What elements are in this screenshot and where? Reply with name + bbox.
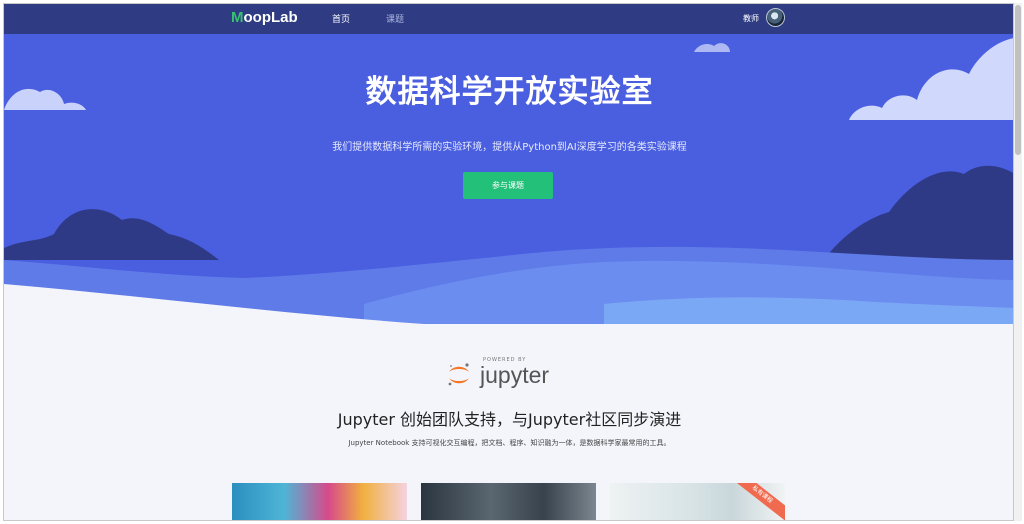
nav-link-home[interactable]: 首页 — [332, 12, 350, 25]
jupyter-section-title: Jupyter 创始团队支持，与Jupyter社区同步演进 — [337, 410, 682, 429]
page-scrollbar[interactable] — [1014, 3, 1022, 521]
jupyter-section-description: Jupyter Notebook 支持可视化交互编程，把文档、程序、知识融为一体… — [348, 439, 671, 447]
hero-title: 数据科学开放实验室 — [365, 74, 654, 110]
course-card-lab[interactable] — [232, 483, 407, 520]
course-card-health-data[interactable] — [421, 483, 596, 520]
logo-letter-m: M — [231, 9, 244, 26]
browser-viewport: MoopLab 首页 课题 教师 数据科学开放实验室 我们提供数据科学所需的实验… — [3, 3, 1014, 521]
join-topic-button[interactable]: 参与课题 — [463, 172, 553, 199]
jupyter-wordmark: jupyter — [480, 362, 550, 388]
jupyter-icon — [448, 363, 469, 386]
hill-right-dark — [824, 165, 1013, 260]
private-course-ribbon: 私有课程 — [722, 483, 785, 520]
nav-link-topics[interactable]: 课题 — [386, 12, 404, 25]
user-avatar[interactable] — [766, 8, 785, 27]
hill-left-dark — [4, 209, 219, 260]
hero-banner: 数据科学开放实验室 我们提供数据科学所需的实验环境，提供从Python到AI深度… — [4, 34, 1013, 324]
scrollbar-thumb[interactable] — [1015, 5, 1021, 155]
moop-lab-logo[interactable]: MoopLab — [231, 9, 298, 26]
hero-subtitle: 我们提供数据科学所需的实验环境，提供从Python到AI深度学习的各类实验课程 — [332, 142, 687, 153]
logo-text: oopLab — [243, 9, 298, 26]
user-name[interactable]: 教师 — [743, 13, 759, 24]
cloud-top-center — [694, 43, 730, 52]
course-card-medical[interactable]: 私有课程 — [610, 483, 785, 520]
top-navbar: MoopLab 首页 课题 教师 — [4, 4, 1013, 34]
jupyter-logo: POWERED BY jupyter — [447, 356, 577, 392]
